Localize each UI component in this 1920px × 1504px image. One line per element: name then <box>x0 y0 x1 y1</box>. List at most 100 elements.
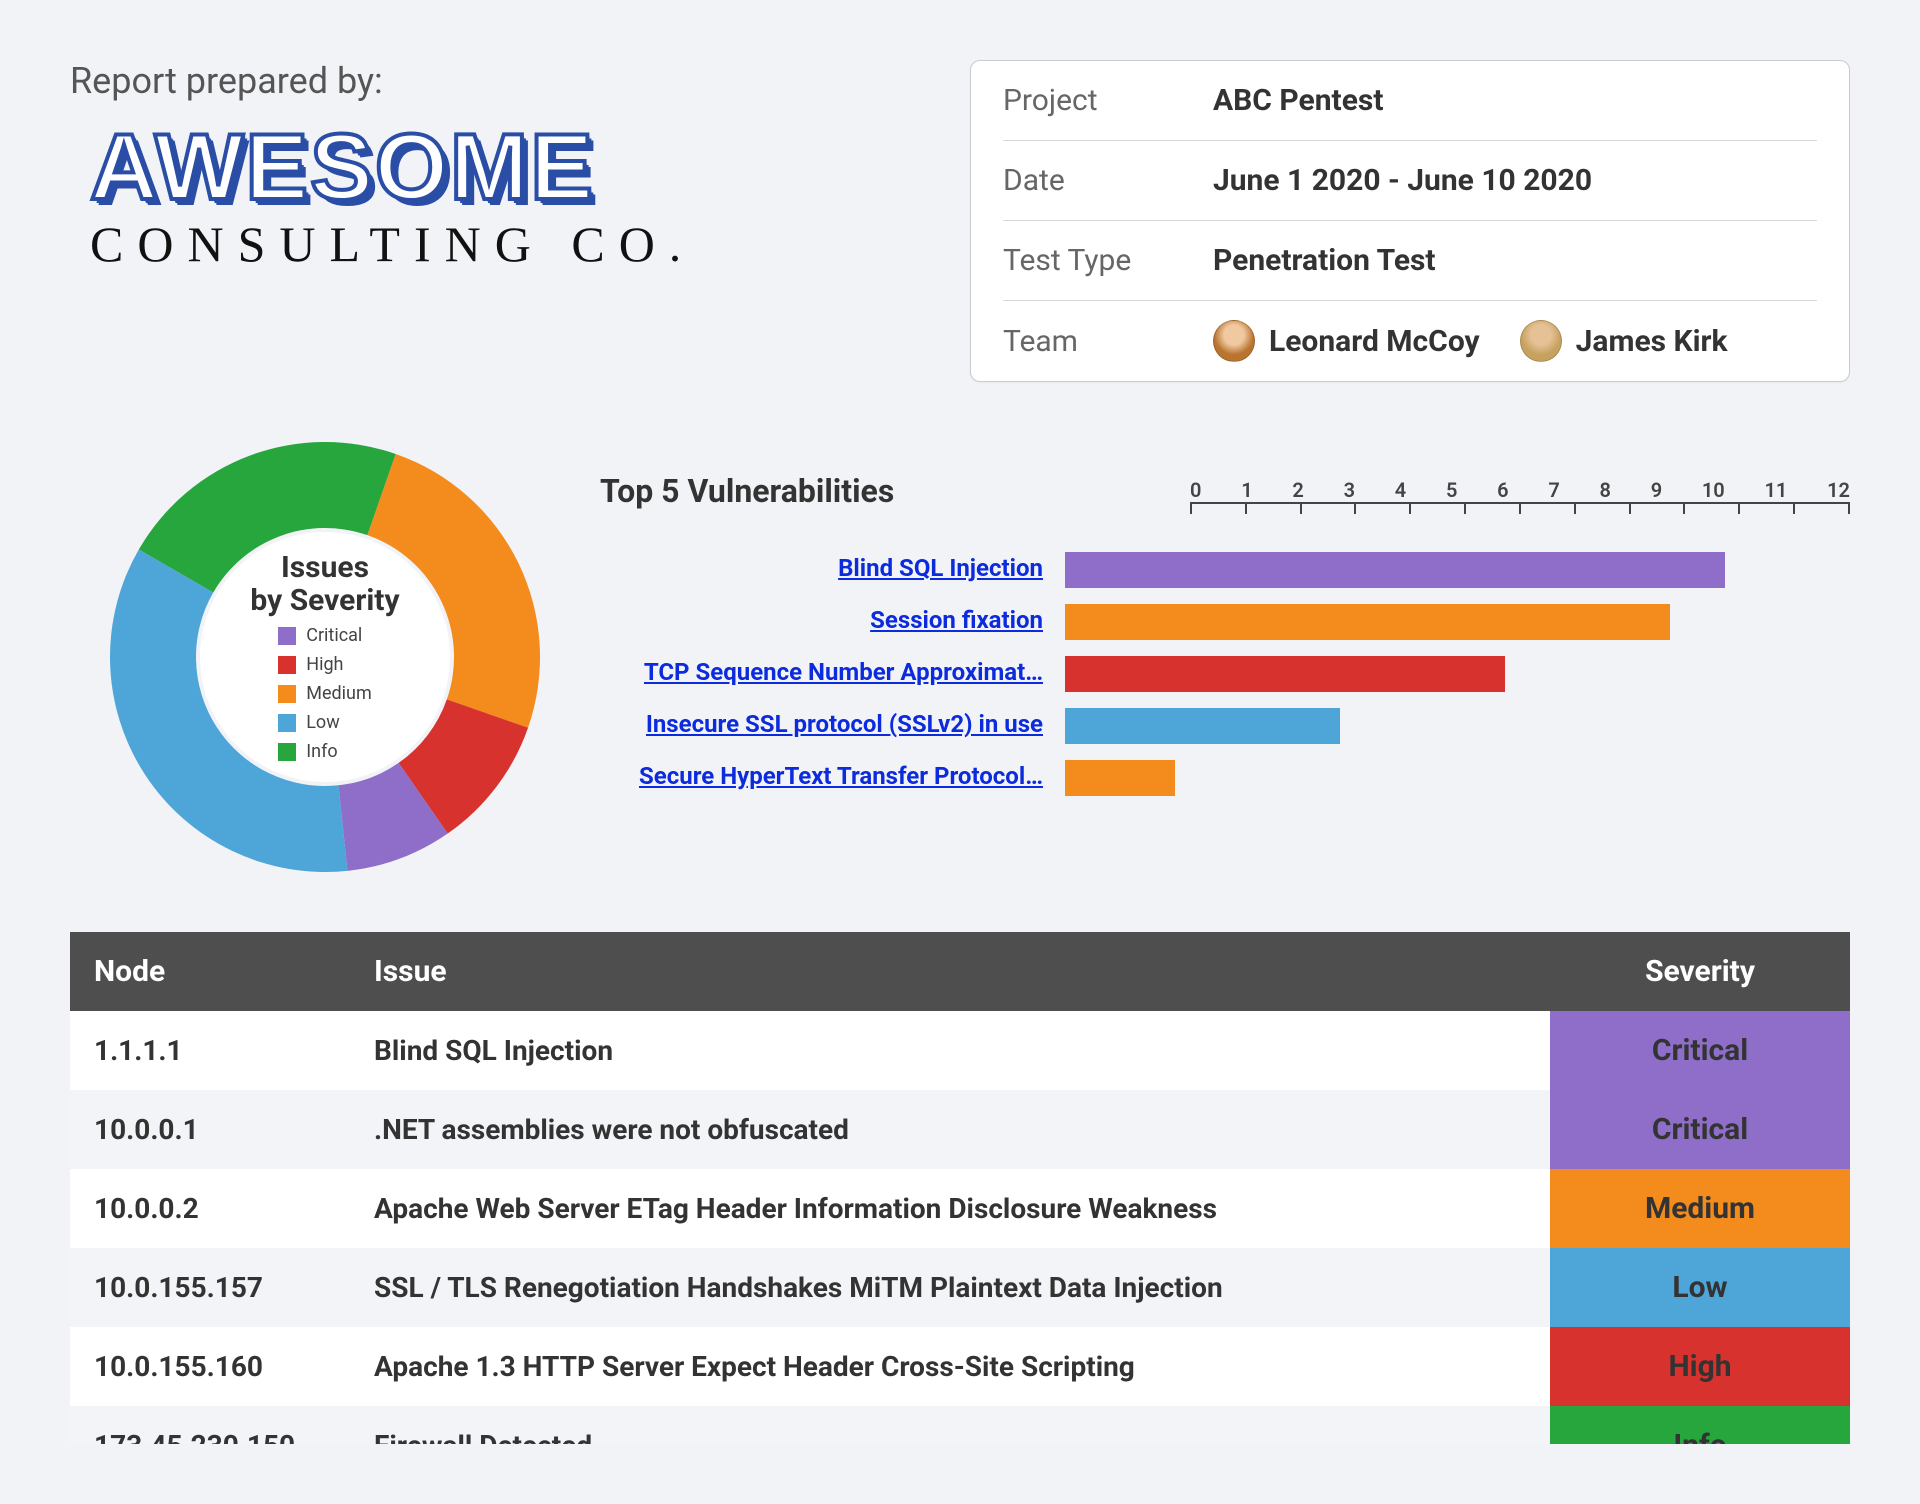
legend-item: Critical <box>278 625 372 646</box>
vulnerability-link[interactable]: Secure HyperText Transfer Protocol… <box>639 762 1043 790</box>
donut-legend: Critical High Medium Low Info <box>278 625 372 762</box>
cell-severity: Critical <box>1550 1011 1850 1090</box>
axis-tick <box>1245 504 1247 514</box>
axis-tick <box>1738 504 1740 514</box>
meta-value: ABC Pentest <box>1213 83 1383 118</box>
legend-item: Low <box>278 712 372 733</box>
project-meta-card: Project ABC Pentest Date June 1 2020 - J… <box>970 60 1850 382</box>
axis-tick <box>1190 504 1192 514</box>
prepared-by-label: Report prepared by: <box>70 60 695 102</box>
cell-node: 10.0.0.2 <box>70 1169 350 1248</box>
axis-tick-label: 8 <box>1600 478 1611 502</box>
legend-swatch <box>278 627 296 645</box>
bar-row: Insecure SSL protocol (SSLv2) in use <box>600 700 1850 752</box>
axis-tick <box>1848 504 1850 514</box>
axis-tick <box>1409 504 1411 514</box>
axis-tick-label: 7 <box>1548 478 1559 502</box>
logo-line-1: AWESOME <box>90 122 695 211</box>
vulnerability-link[interactable]: TCP Sequence Number Approximat… <box>644 658 1043 686</box>
axis-tick-label: 5 <box>1446 478 1457 502</box>
cell-node: 173.45.230.150 <box>70 1406 350 1444</box>
team-member-name: Leonard McCoy <box>1269 324 1480 359</box>
cell-severity: Info <box>1550 1406 1850 1444</box>
bar-label: Blind SQL Injection <box>600 554 1065 586</box>
vulnerability-link[interactable]: Session fixation <box>870 606 1043 634</box>
legend-swatch <box>278 656 296 674</box>
legend-swatch <box>278 714 296 732</box>
meta-label: Team <box>1003 324 1213 359</box>
meta-row-date: Date June 1 2020 - June 10 2020 <box>1003 141 1817 221</box>
legend-item: Info <box>278 741 372 762</box>
bar <box>1065 604 1670 640</box>
cell-issue: SSL / TLS Renegotiation Handshakes MiTM … <box>350 1248 1550 1327</box>
team-member-name: James Kirk <box>1576 324 1728 359</box>
bar <box>1065 760 1175 796</box>
vulnerability-link[interactable]: Blind SQL Injection <box>838 554 1043 582</box>
axis-tick-label: 0 <box>1190 478 1201 502</box>
bar-label: Session fixation <box>600 606 1065 638</box>
table-row: 10.0.155.157SSL / TLS Renegotiation Hand… <box>70 1248 1850 1327</box>
legend-label: Low <box>306 712 340 733</box>
bar-label: Secure HyperText Transfer Protocol… <box>600 762 1065 794</box>
cell-severity: Critical <box>1550 1090 1850 1169</box>
legend-label: Info <box>306 741 337 762</box>
axis-tick-label: 9 <box>1651 478 1662 502</box>
top5-vulnerabilities-chart: Top 5 Vulnerabilities 0123456789101112 B… <box>600 442 1850 804</box>
bar <box>1065 656 1505 692</box>
cell-node: 10.0.155.157 <box>70 1248 350 1327</box>
axis-tick <box>1629 504 1631 514</box>
axis-tick-label: 6 <box>1497 478 1508 502</box>
meta-label: Date <box>1003 163 1213 198</box>
team-member: Leonard McCoy <box>1213 320 1480 362</box>
avatar <box>1213 320 1255 362</box>
logo-line-2: CONSULTING CO. <box>90 215 695 273</box>
cell-severity: Medium <box>1550 1169 1850 1248</box>
table-row: 173.45.230.150Firewall DetectedInfo <box>70 1406 1850 1444</box>
axis-tick-label: 11 <box>1764 478 1787 502</box>
meta-row-project: Project ABC Pentest <box>1003 61 1817 141</box>
table-row: 10.0.0.1.NET assemblies were not obfusca… <box>70 1090 1850 1169</box>
cell-node: 10.0.0.1 <box>70 1090 350 1169</box>
bar-label: TCP Sequence Number Approximat… <box>600 658 1065 690</box>
cell-severity: High <box>1550 1327 1850 1406</box>
top5-axis: 0123456789101112 <box>1190 478 1850 516</box>
vulnerability-link[interactable]: Insecure SSL protocol (SSLv2) in use <box>646 710 1043 738</box>
table-row: 1.1.1.1Blind SQL InjectionCritical <box>70 1011 1850 1090</box>
meta-value: June 1 2020 - June 10 2020 <box>1213 163 1592 198</box>
bar-row: Secure HyperText Transfer Protocol… <box>600 752 1850 804</box>
bar-row: Session fixation <box>600 596 1850 648</box>
cell-issue: Blind SQL Injection <box>350 1011 1550 1090</box>
bar <box>1065 708 1340 744</box>
bar-row: TCP Sequence Number Approximat… <box>600 648 1850 700</box>
meta-value: Penetration Test <box>1213 243 1436 278</box>
issues-table: Node Issue Severity 1.1.1.1Blind SQL Inj… <box>70 932 1850 1444</box>
th-issue: Issue <box>350 932 1550 1011</box>
team-member: James Kirk <box>1520 320 1728 362</box>
meta-label: Test Type <box>1003 243 1213 278</box>
legend-swatch <box>278 743 296 761</box>
cell-node: 1.1.1.1 <box>70 1011 350 1090</box>
avatar <box>1520 320 1562 362</box>
legend-label: High <box>306 654 343 675</box>
bar-track <box>1065 552 1725 588</box>
axis-tick-label: 10 <box>1702 478 1725 502</box>
axis-tick-label: 4 <box>1395 478 1406 502</box>
cell-issue: Apache Web Server ETag Header Informatio… <box>350 1169 1550 1248</box>
bar-track <box>1065 656 1725 692</box>
bar-track <box>1065 760 1725 796</box>
legend-item: High <box>278 654 372 675</box>
cell-node: 10.0.155.160 <box>70 1327 350 1406</box>
axis-tick-label: 2 <box>1292 478 1303 502</box>
meta-row-team: Team Leonard McCoy James Kirk <box>1003 301 1817 381</box>
meta-label: Project <box>1003 83 1213 118</box>
top5-title: Top 5 Vulnerabilities <box>600 472 894 510</box>
axis-tick <box>1793 504 1795 514</box>
meta-row-testtype: Test Type Penetration Test <box>1003 221 1817 301</box>
th-node: Node <box>70 932 350 1011</box>
report-header: Report prepared by: AWESOME CONSULTING C… <box>70 60 1850 382</box>
legend-label: Medium <box>306 683 372 704</box>
donut-title-2: by Severity <box>250 583 399 618</box>
cell-issue: Apache 1.3 HTTP Server Expect Header Cro… <box>350 1327 1550 1406</box>
axis-tick <box>1519 504 1521 514</box>
legend-swatch <box>278 685 296 703</box>
